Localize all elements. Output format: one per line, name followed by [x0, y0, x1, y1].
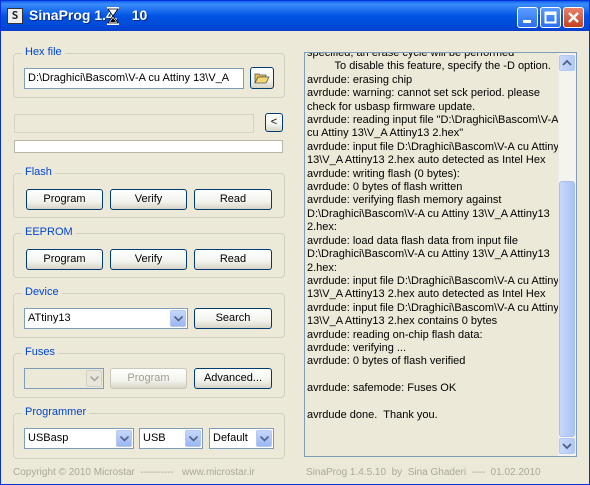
- footer-copyright: Copyright © 2010 Microstar ---------- ww…: [13, 467, 255, 478]
- status-bar: [14, 114, 254, 133]
- open-file-button[interactable]: [250, 67, 274, 89]
- sinaprog-app-icon[interactable]: S: [7, 8, 23, 24]
- programmer-label: Programmer: [22, 406, 90, 418]
- title-bar[interactable]: S SinaProg 1.4. 10: [1, 1, 589, 31]
- hex-file-path-input[interactable]: D:\Draghici\Bascom\V-A cu Attiny 13\V_A: [24, 68, 244, 89]
- chevron-down-icon[interactable]: [185, 430, 201, 447]
- progress-bar: [14, 140, 283, 153]
- fuses-program-button[interactable]: Program: [110, 368, 187, 389]
- open-folder-icon: [254, 73, 270, 84]
- eeprom-program-button[interactable]: Program: [26, 249, 103, 270]
- device-search-button[interactable]: Search: [194, 308, 272, 329]
- app-window: S SinaProg 1.4. 10 Hex file D:\Draghici\B…: [0, 0, 590, 485]
- device-select-value: ATtiny13: [28, 312, 71, 324]
- close-icon: [568, 12, 579, 23]
- flash-read-button[interactable]: Read: [194, 189, 272, 210]
- fuses-label: Fuses: [22, 346, 58, 358]
- flash-verify-button[interactable]: Verify: [110, 189, 187, 210]
- log-scrollbar[interactable]: [558, 53, 576, 456]
- chevron-down-icon[interactable]: [256, 430, 272, 447]
- scroll-up-button[interactable]: [559, 55, 575, 71]
- window-title: SinaProg 1.4. 10: [29, 7, 148, 23]
- flash-program-button[interactable]: Program: [26, 189, 103, 210]
- scroll-thumb[interactable]: [559, 181, 575, 437]
- device-select[interactable]: ATtiny13: [24, 308, 188, 329]
- log-output[interactable]: specified, an erase cycle will be perfor…: [304, 52, 577, 457]
- programmer-select[interactable]: USBasp: [24, 428, 134, 449]
- port-select-value: USB: [143, 432, 166, 444]
- speed-select[interactable]: Default: [209, 428, 274, 449]
- programmer-select-value: USBasp: [28, 432, 69, 444]
- minimize-icon: [523, 20, 531, 23]
- hourglass-icon: [107, 7, 119, 25]
- hex-file-label: Hex file: [22, 46, 65, 58]
- log-text: specified, an erase cycle will be perfor…: [307, 52, 559, 421]
- footer-version: SinaProg 1.4.5.10 by Sina Ghaderi ---- 0…: [306, 467, 541, 478]
- port-select[interactable]: USB: [139, 428, 203, 449]
- maximize-icon: [544, 11, 557, 24]
- minimize-button[interactable]: [517, 7, 538, 28]
- eeprom-label: EEPROM: [22, 226, 76, 238]
- eeprom-read-button[interactable]: Read: [194, 249, 272, 270]
- eeprom-verify-button[interactable]: Verify: [110, 249, 187, 270]
- close-button[interactable]: [563, 7, 584, 28]
- collapse-log-button[interactable]: <: [265, 113, 283, 132]
- device-label: Device: [22, 286, 62, 298]
- chevron-up-icon: [562, 59, 572, 66]
- fuses-select[interactable]: [24, 368, 104, 389]
- chevron-down-icon[interactable]: [86, 370, 102, 387]
- maximize-button[interactable]: [540, 7, 561, 28]
- flash-label: Flash: [22, 166, 55, 178]
- fuses-advanced-button[interactable]: Advanced...: [194, 368, 272, 389]
- chevron-down-icon[interactable]: [170, 310, 186, 327]
- chevron-down-icon[interactable]: [116, 430, 132, 447]
- scroll-down-button[interactable]: [559, 438, 575, 454]
- speed-select-value: Default: [213, 432, 248, 444]
- chevron-down-icon: [562, 443, 572, 450]
